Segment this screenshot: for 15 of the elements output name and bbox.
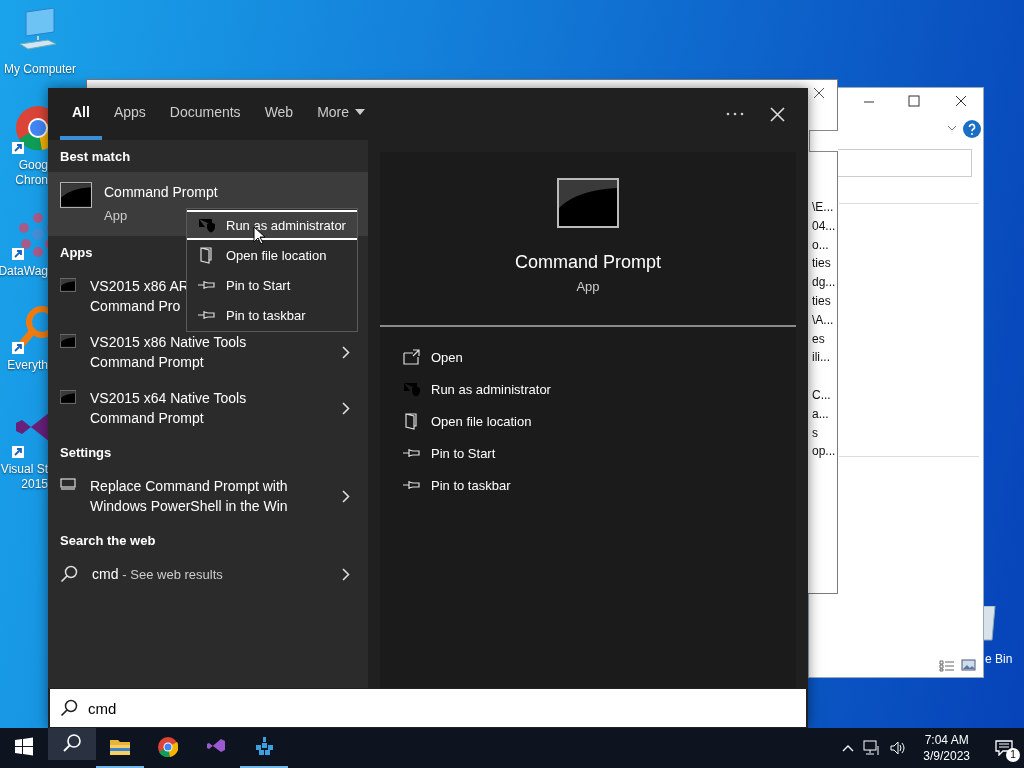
icon-label: Goog bbox=[18, 158, 48, 173]
icon-label: Visual St bbox=[0, 462, 48, 477]
icon-label: DataWag bbox=[0, 264, 48, 279]
section-header: Best match bbox=[60, 147, 131, 166]
section-header: Search the web bbox=[60, 531, 156, 550]
section-header: Apps bbox=[60, 243, 93, 262]
app-type: App bbox=[576, 279, 600, 294]
icon-label: Everyth bbox=[7, 358, 48, 373]
notification-count: 1 bbox=[1006, 748, 1020, 762]
icon-label: Chron bbox=[15, 173, 48, 188]
section-header: Settings bbox=[60, 443, 112, 462]
icon-label: e Bin bbox=[985, 652, 1013, 666]
app-title: Command Prompt bbox=[514, 252, 662, 273]
icon-label: 2015 bbox=[21, 477, 48, 492]
icon-label: My Computer bbox=[4, 62, 76, 77]
